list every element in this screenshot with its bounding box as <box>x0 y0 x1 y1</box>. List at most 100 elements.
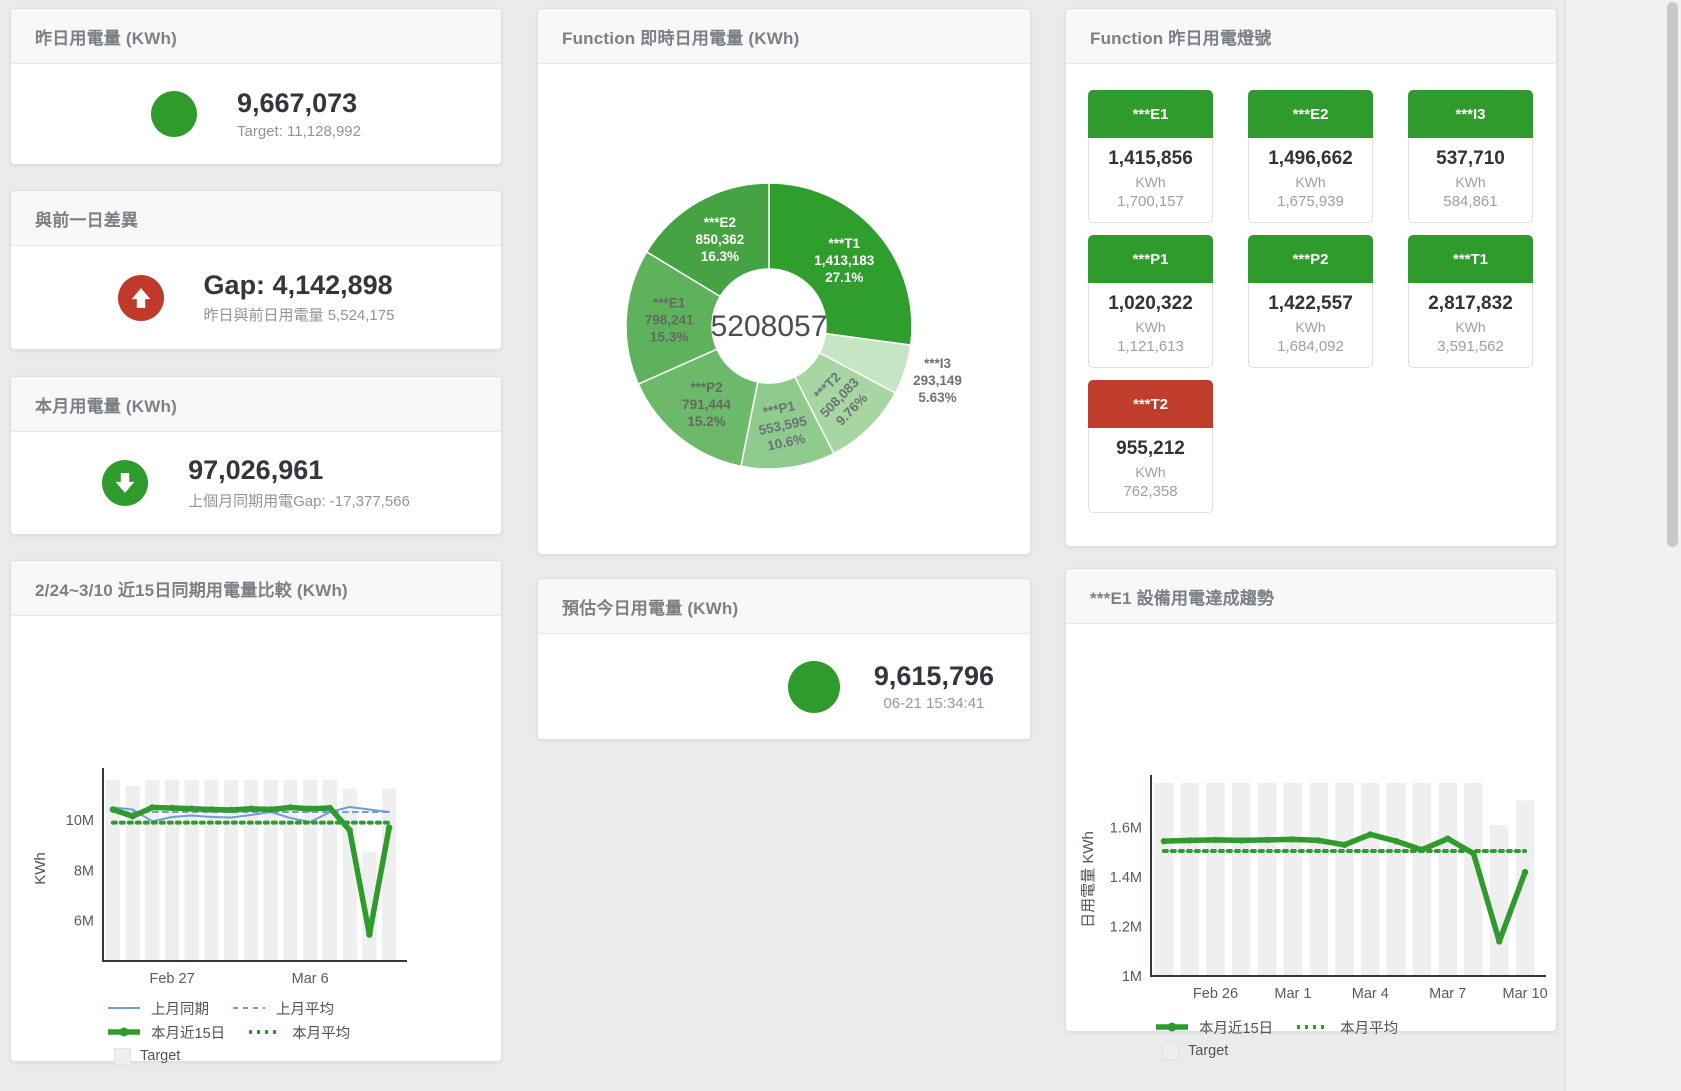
device-tile-body: 1,496,662KWh1,675,939 <box>1248 138 1373 223</box>
target-bars <box>1155 783 1535 976</box>
legend-label: 本月近15日 <box>151 1022 225 1043</box>
donut-slice-label: ***I3293,1495.63% <box>913 356 962 405</box>
legend-item-Target[interactable]: Target <box>106 1048 180 1065</box>
target-bar <box>1387 783 1406 976</box>
svg-text:Mar 1: Mar 1 <box>1274 986 1311 1002</box>
target-swatch-icon <box>114 1048 131 1065</box>
compare-chart-body: 6M8M10MKWhFeb 27Mar 6 上月同期上月平均本月近15日本月平均… <box>11 616 501 1068</box>
series-point <box>208 806 214 812</box>
card-month-body: 97,026,961 上個月同期用電Gap: -17,377,566 <box>11 432 501 534</box>
svg-text:Mar 7: Mar 7 <box>1429 986 1466 1002</box>
device-tile-target: 584,861 <box>1413 193 1528 210</box>
function-usage-donut-chart[interactable]: ***T11,413,18327.1%***I3293,1495.63%***T… <box>538 64 1028 552</box>
device-tile: ***P11,020,322KWh1,121,613 <box>1088 235 1213 368</box>
yesterday-usage-value: 9,667,073 <box>237 88 361 119</box>
target-bar <box>343 789 357 961</box>
device-tile-value: 1,422,557 <box>1253 293 1368 315</box>
card-15day-compare-chart: 2/24~3/10 近15日同期用電量比較 (KWh) 6M8M10MKWhFe… <box>10 560 502 1062</box>
legend-row: Target <box>106 1044 501 1068</box>
target-bar <box>1335 783 1354 976</box>
device-tile: ***T12,817,832KWh3,591,562 <box>1408 235 1533 368</box>
series-point <box>1445 835 1451 841</box>
vertical-scrollbar[interactable] <box>1667 2 1678 547</box>
kpi-text: 9,667,073 Target: 11,128,992 <box>237 88 361 139</box>
device-tile-unit: KWh <box>1413 319 1528 335</box>
device-tile-unit: KWh <box>1253 319 1368 335</box>
day-gap-value: Gap: 4,142,898 <box>204 270 395 301</box>
card-month-usage: 本月用電量 (KWh) 97,026,961 上個月同期用電Gap: -17,3… <box>10 376 502 535</box>
legend-row: 本月近15日 本月平均 <box>106 1020 501 1044</box>
svg-text:6M: 6M <box>74 914 94 930</box>
device-tile-body: 1,020,322KWh1,121,613 <box>1088 283 1213 368</box>
line-swatch-icon <box>1295 1020 1331 1034</box>
device-tile-unit: KWh <box>1093 174 1208 190</box>
arrow-up-circle-icon <box>118 275 164 321</box>
device-tile-value: 1,496,662 <box>1253 148 1368 170</box>
device-tile-unit: KWh <box>1413 174 1528 190</box>
x-axis-ticks: Feb 26Mar 1Mar 4Mar 7Mar 10 <box>1193 986 1548 1002</box>
series-point <box>1212 837 1218 843</box>
series-point <box>327 805 333 811</box>
card-today-estimate: 預估今日用電量 (KWh) 9,615,796 06-21 15:34:41 <box>537 578 1031 740</box>
device-tile: ***P21,422,557KWh1,684,092 <box>1248 235 1373 368</box>
svg-text:1.4M: 1.4M <box>1110 870 1142 886</box>
target-bar <box>1258 783 1277 976</box>
compare-chart-title: 2/24~3/10 近15日同期用電量比較 (KWh) <box>11 561 501 616</box>
legend-label: 本月平均 <box>1340 1017 1398 1038</box>
series-point <box>307 806 313 812</box>
target-bar <box>382 789 396 961</box>
legend-item-本月平均[interactable]: 本月平均 <box>1295 1017 1398 1038</box>
svg-text:1.2M: 1.2M <box>1110 920 1142 936</box>
compare-line-chart[interactable]: 6M8M10MKWhFeb 27Mar 6 <box>11 616 497 991</box>
series-point <box>149 804 155 810</box>
legend-item-本月近15日[interactable]: 本月近15日 <box>106 1022 225 1043</box>
card-yesterday-body: 9,667,073 Target: 11,128,992 <box>11 64 501 164</box>
device-tile-unit: KWh <box>1093 319 1208 335</box>
right-gutter <box>1565 0 1681 1091</box>
svg-text:Feb 27: Feb 27 <box>149 971 194 987</box>
device-tile-label: ***E1 <box>1088 90 1213 138</box>
svg-text:Feb 26: Feb 26 <box>1193 986 1238 1002</box>
card-yesterday-title: 昨日用電量 (KWh) <box>11 9 501 64</box>
yesterday-usage-target: Target: 11,128,992 <box>237 123 361 140</box>
device-tile: ***I3537,710KWh584,861 <box>1408 90 1533 223</box>
target-bar <box>1361 783 1380 976</box>
device-tile-body: 1,415,856KWh1,700,157 <box>1088 138 1213 223</box>
legend-item-本月近15日[interactable]: 本月近15日 <box>1154 1017 1273 1038</box>
device-tile-value: 955,212 <box>1093 438 1208 460</box>
device-tile-body: 2,817,832KWh3,591,562 <box>1408 283 1533 368</box>
svg-text:1M: 1M <box>1122 969 1142 985</box>
svg-text:Mar 6: Mar 6 <box>292 971 329 987</box>
svg-text:10M: 10M <box>66 813 94 829</box>
legend-label: Target <box>140 1048 180 1064</box>
estimate-timestamp: 06-21 15:34:41 <box>874 695 994 712</box>
month-usage-value: 97,026,961 <box>188 455 410 486</box>
device-tile-body: 955,212KWh762,358 <box>1088 428 1213 513</box>
device-tile-target: 1,121,613 <box>1093 338 1208 355</box>
target-bar <box>1155 783 1174 976</box>
device-tile-target: 762,358 <box>1093 483 1208 500</box>
series-point <box>1161 838 1167 844</box>
kpi-text: 9,615,796 06-21 15:34:41 <box>874 661 994 712</box>
y-axis-ticks: 1M1.2M1.4M1.6M <box>1110 821 1142 985</box>
line-swatch-icon <box>247 1025 283 1039</box>
legend-label: 本月平均 <box>292 1022 350 1043</box>
e1-trend-line-chart[interactable]: 1M1.2M1.4M1.6M日用電量 KWhFeb 26Mar 1Mar 4Ma… <box>1066 624 1552 1004</box>
x-axis-ticks: Feb 27 Mar 6 <box>149 971 328 987</box>
y-axis-label: KWh <box>32 852 49 885</box>
estimate-card-title: 預估今日用電量 (KWh) <box>538 579 1030 634</box>
arrow-down-circle-icon <box>102 460 148 506</box>
device-tile-label: ***P2 <box>1248 235 1373 283</box>
legend-item-Target[interactable]: Target <box>1154 1043 1228 1060</box>
legend-item-上月平均[interactable]: 上月平均 <box>231 998 334 1019</box>
series-point <box>1264 837 1270 843</box>
device-tile-label: ***I3 <box>1408 90 1533 138</box>
card-day-gap: 與前一日差異 Gap: 4,142,898 昨日與前日用電量 5,524,175 <box>10 190 502 350</box>
energy-dashboard: 昨日用電量 (KWh) 9,667,073 Target: 11,128,992… <box>0 0 1681 1091</box>
legend-label: 本月近15日 <box>1199 1017 1273 1038</box>
series-point <box>1393 838 1399 844</box>
legend-item-本月平均[interactable]: 本月平均 <box>247 1022 350 1043</box>
legend-item-上月同期[interactable]: 上月同期 <box>106 998 209 1019</box>
device-tile: ***E21,496,662KWh1,675,939 <box>1248 90 1373 223</box>
series-point <box>386 824 392 830</box>
